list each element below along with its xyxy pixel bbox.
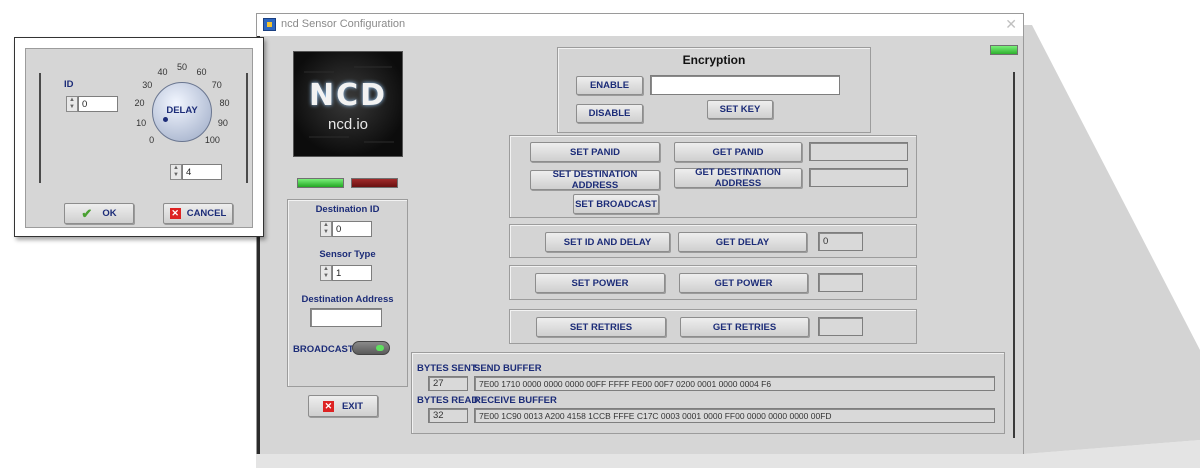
set-power-button[interactable]: SET POWER: [535, 273, 665, 293]
receive-buffer-label: RECEIVE BUFFER: [474, 395, 557, 406]
toggle-indicator-icon: [376, 345, 384, 351]
delay-tick-50: 50: [176, 62, 187, 72]
delay-tick-40: 40: [157, 66, 168, 77]
destination-address-input[interactable]: [310, 308, 382, 327]
dialog-right-rail: [246, 73, 248, 183]
disable-button[interactable]: DISABLE: [576, 104, 643, 123]
get-delay-button[interactable]: GET DELAY: [678, 232, 807, 252]
dialog-id-label: ID: [64, 79, 74, 90]
delay-knob[interactable]: DELAY: [152, 82, 212, 142]
broadcast-toggle[interactable]: [352, 341, 390, 355]
labview-app-icon: [263, 18, 276, 31]
enable-button[interactable]: ENABLE: [576, 76, 643, 95]
encryption-key-input[interactable]: [650, 75, 840, 95]
send-buffer-value: 7E00 1710 0000 0000 0000 00FF FFFF FE00 …: [474, 376, 995, 391]
sensor-type-label: Sensor Type: [319, 249, 376, 260]
knob-pointer-icon: [163, 117, 168, 122]
power-output: [818, 273, 863, 292]
delay-tick-90: 90: [217, 118, 228, 129]
broadcast-label: BROADCAST: [293, 344, 354, 355]
sensor-config-window: ncd Sensor Configuration ✕ NCD ncd.io De…: [256, 13, 1024, 454]
delay-tick-20: 20: [134, 98, 145, 109]
id-delay-dialog: ID ▲ ▼ 0 DELAY 0 10 20 30 40 50 60 70 80 90 100 ▲ ▼ …: [14, 37, 264, 237]
cancel-x-icon: ✕: [169, 208, 181, 219]
delay-output: 0: [818, 232, 863, 251]
retries-panel: SET RETRIES GET RETRIES: [509, 309, 917, 344]
delay-tick-0: 0: [149, 135, 155, 146]
destination-id-label: Destination ID: [315, 204, 380, 215]
destination-address-label: Destination Address: [301, 294, 394, 305]
status-led-red: [351, 178, 398, 188]
get-panid-button[interactable]: GET PANID: [674, 142, 802, 162]
logo-brand: NCD: [308, 78, 388, 113]
destination-id-value[interactable]: 0: [332, 221, 372, 237]
ncd-logo: NCD ncd.io: [293, 51, 403, 157]
bytes-read-label: BYTES READ: [417, 395, 479, 406]
close-icon[interactable]: ✕: [1005, 16, 1017, 33]
delay-tick-60: 60: [196, 66, 207, 77]
ok-label: OK: [102, 208, 117, 219]
title-bar: ncd Sensor Configuration ✕: [257, 14, 1023, 36]
dialog-id-stepper[interactable]: ▲ ▼ 0: [66, 95, 118, 113]
cancel-button[interactable]: ✕ CANCEL: [163, 203, 233, 224]
delay-value[interactable]: 4: [182, 164, 222, 180]
receive-buffer-value: 7E00 1C90 0013 A200 4158 1CCB FFFE C17C …: [474, 408, 995, 423]
delay-tick-30: 30: [142, 79, 153, 90]
checkmark-icon: ✔: [81, 205, 93, 221]
sensor-type-value[interactable]: 1: [332, 265, 372, 281]
get-power-button[interactable]: GET POWER: [679, 273, 808, 293]
panid-panel: SET PANID GET PANID SET DESTINATION ADDR…: [509, 135, 917, 218]
exit-button[interactable]: ✕ EXIT: [308, 395, 378, 417]
destination-address-output: [809, 168, 908, 187]
status-led-green: [297, 178, 344, 188]
stepper-arrows-icon[interactable]: ▲ ▼: [66, 96, 78, 112]
set-retries-button[interactable]: SET RETRIES: [536, 317, 666, 337]
logo-site: ncd.io: [327, 116, 369, 133]
set-key-button[interactable]: SET KEY: [707, 100, 773, 119]
get-retries-button[interactable]: GET RETRIES: [680, 317, 809, 337]
encryption-panel: Encryption ENABLE DISABLE SET KEY: [557, 47, 871, 133]
dialog-id-value[interactable]: 0: [78, 96, 118, 112]
top-right-led: [990, 45, 1018, 55]
dialog-panel: ID ▲ ▼ 0 DELAY 0 10 20 30 40 50 60 70 80 90 100 ▲ ▼ …: [25, 48, 253, 228]
bytes-sent-label: BYTES SENT: [417, 363, 477, 374]
set-panid-button[interactable]: SET PANID: [530, 142, 660, 162]
stepper-arrows-icon[interactable]: ▲ ▼: [320, 265, 332, 281]
exit-label: EXIT: [341, 400, 364, 412]
buffer-panel: BYTES SENT 27 SEND BUFFER 7E00 1710 0000…: [411, 352, 1005, 434]
dialog-left-rail: [39, 73, 41, 183]
delay-tick-100: 100: [204, 135, 220, 146]
delay-tick-10: 10: [136, 118, 147, 129]
delay-knob-label: DELAY: [166, 105, 198, 116]
exit-x-icon: ✕: [322, 400, 334, 412]
bytes-read-value: 32: [428, 408, 468, 423]
send-buffer-label: SEND BUFFER: [474, 363, 542, 374]
set-destination-address-button[interactable]: SET DESTINATION ADDRESS: [530, 169, 660, 191]
retries-output: [818, 317, 863, 336]
panid-output: [809, 142, 908, 161]
ok-button[interactable]: ✔ OK: [64, 203, 134, 224]
destination-panel: Destination ID ▲ ▼ 0 Sensor Type ▲ ▼ 1 Des…: [287, 199, 408, 387]
power-panel: SET POWER GET POWER: [509, 265, 917, 300]
delay-stepper[interactable]: ▲ ▼ 4: [170, 163, 222, 181]
bytes-sent-value: 27: [428, 376, 468, 391]
right-scroll-track: [1013, 72, 1015, 438]
cancel-label: CANCEL: [186, 208, 227, 219]
delay-tick-80: 80: [219, 98, 230, 109]
stepper-arrows-icon[interactable]: ▲ ▼: [170, 164, 182, 180]
destination-id-stepper[interactable]: ▲ ▼ 0: [320, 220, 372, 238]
sensor-type-stepper[interactable]: ▲ ▼ 1: [320, 264, 372, 282]
set-broadcast-button[interactable]: SET BROADCAST: [573, 194, 659, 214]
id-delay-panel: SET ID AND DELAY GET DELAY 0: [509, 224, 917, 258]
client-area: NCD ncd.io Destination ID ▲ ▼ 0 Sensor Ty…: [257, 36, 1023, 454]
encryption-title: Encryption: [682, 53, 746, 67]
delay-tick-70: 70: [211, 79, 222, 90]
set-id-delay-button[interactable]: SET ID AND DELAY: [545, 232, 670, 252]
window-title: ncd Sensor Configuration: [281, 18, 406, 30]
stepper-arrows-icon[interactable]: ▲ ▼: [320, 221, 332, 237]
get-destination-address-button[interactable]: GET DESTINATION ADDRESS: [674, 167, 802, 189]
